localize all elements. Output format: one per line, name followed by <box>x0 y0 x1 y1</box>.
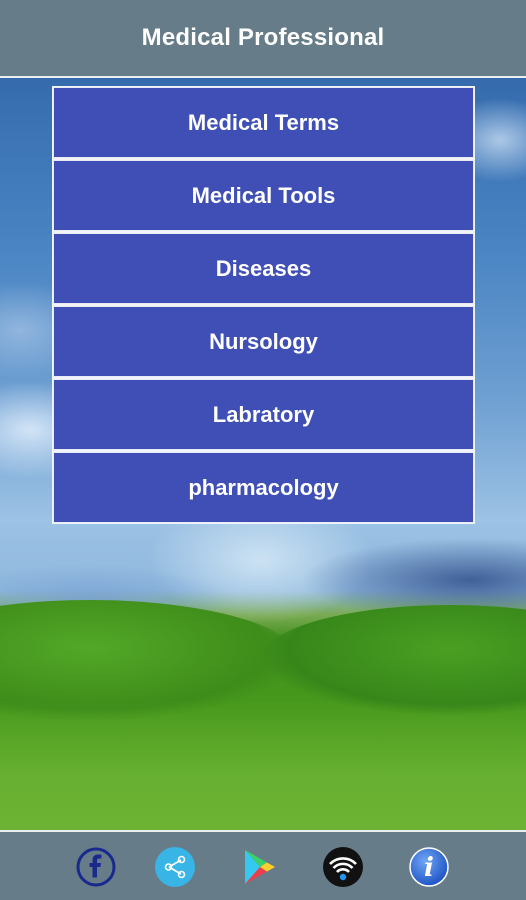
app-screen: Medical Professional Medical Terms Medic… <box>0 0 526 900</box>
wifi-button[interactable] <box>322 846 364 888</box>
play-store-icon <box>245 850 275 884</box>
grass-field <box>0 700 526 830</box>
info-button[interactable]: i <box>408 846 450 888</box>
menu-item-label: pharmacology <box>188 474 339 500</box>
share-button[interactable] <box>154 846 196 888</box>
nursology-button[interactable]: Nursology <box>53 306 474 377</box>
app-header: Medical Professional <box>0 0 526 78</box>
wifi-icon <box>323 847 363 887</box>
info-icon: i <box>409 847 449 887</box>
menu-item-label: Medical Tools <box>191 182 336 208</box>
diseases-button[interactable]: Diseases <box>53 233 474 304</box>
menu-item-label: Labratory <box>212 401 315 427</box>
page-title: Medical Professional <box>141 24 385 51</box>
facebook-icon <box>76 847 116 887</box>
menu-item-label: Nursology <box>209 328 318 354</box>
share-icon <box>155 847 195 887</box>
labratory-button[interactable]: Labratory <box>53 379 474 450</box>
svg-text:i: i <box>424 853 434 883</box>
main-menu: Medical Terms Medical Tools Diseases Nur… <box>52 86 475 524</box>
play-store-button[interactable] <box>238 846 280 888</box>
medical-terms-button[interactable]: Medical Terms <box>53 87 474 158</box>
menu-item-label: Medical Terms <box>187 109 340 135</box>
facebook-button[interactable] <box>75 846 117 888</box>
bottom-toolbar: i <box>0 830 526 900</box>
pharmacology-button[interactable]: pharmacology <box>53 452 474 523</box>
medical-tools-button[interactable]: Medical Tools <box>53 160 474 231</box>
menu-item-label: Diseases <box>215 255 312 281</box>
